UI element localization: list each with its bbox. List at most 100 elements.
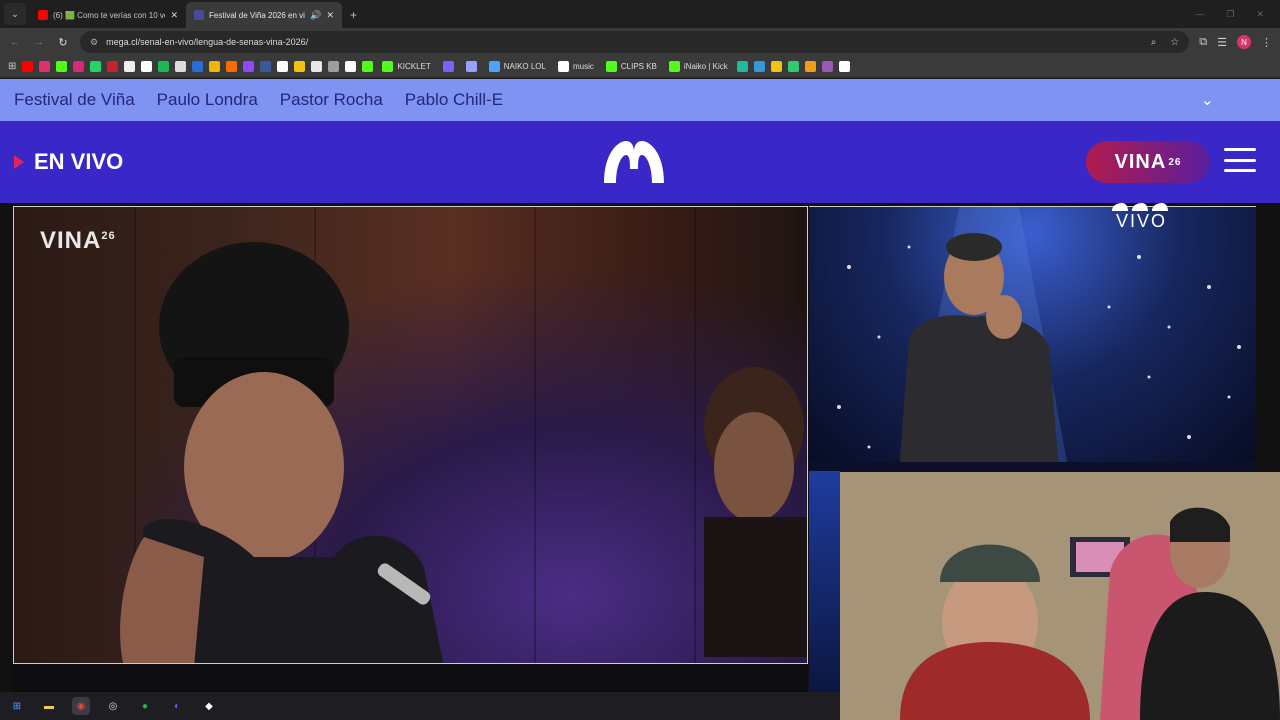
diamond-icon[interactable] (345, 61, 357, 72)
close-window-icon[interactable]: ✕ (1256, 9, 1264, 20)
kick-icon[interactable] (56, 61, 68, 72)
bookmark-pink-icon[interactable] (39, 61, 51, 72)
site-info-icon[interactable]: ⚙ (90, 37, 98, 48)
bookmark-yellow-icon[interactable] (294, 61, 306, 72)
play-icon (14, 155, 24, 169)
video-side-panel (809, 471, 840, 692)
windows-start-icon[interactable]: ⊞ (8, 697, 26, 715)
bookmark-link[interactable]: music (557, 61, 594, 72)
bookmark-link[interactable]: KICKLET (382, 61, 431, 72)
minimize-icon[interactable]: — (1195, 9, 1204, 20)
back-icon[interactable]: ← (8, 36, 22, 48)
sign-language-video[interactable] (809, 206, 1256, 471)
browser-tab-strip: ⌄ (6) 🟩 Como te verías con 10 ve ✕ Festi… (0, 0, 1280, 28)
cat-icon[interactable] (311, 61, 323, 72)
bookmark-favicon-icon (382, 61, 394, 72)
maximize-icon[interactable]: ❐ (1226, 9, 1234, 20)
nav-link-pastor-rocha[interactable]: Pastor Rocha (280, 90, 383, 110)
chatgpt-icon[interactable] (277, 61, 289, 72)
chevron-down-icon[interactable]: ⌄ (1201, 90, 1214, 110)
bookmark-teal-icon[interactable] (736, 61, 748, 72)
bookmark-search-icon[interactable] (260, 61, 272, 72)
bookmark-link[interactable]: CLIPS KB (605, 61, 657, 72)
hamburger-menu-icon[interactable] (1224, 148, 1256, 172)
x-icon[interactable] (124, 61, 136, 72)
forward-icon[interactable]: → (32, 36, 46, 48)
bookmark-orange-icon[interactable] (226, 61, 238, 72)
bookmark-star-icon[interactable]: ☆ (1170, 37, 1179, 48)
mega-logo[interactable] (600, 137, 668, 187)
bookmark-favicon-icon (605, 61, 617, 72)
twitch-icon[interactable] (243, 61, 255, 72)
brand-header: EN VIVO VINA 26 (0, 121, 1280, 203)
browser-toolbar: ← → ↻ ⚙ mega.cl/senal-en-vivo/lengua-de-… (0, 28, 1280, 56)
bookmark-gray-icon[interactable] (328, 61, 340, 72)
bookmark-link[interactable] (465, 61, 477, 72)
main-video-player[interactable]: VINA26 (13, 206, 808, 664)
speaker-icon[interactable]: 🔊 (310, 10, 321, 21)
drive-icon[interactable] (209, 61, 221, 72)
bookmark-blue-icon[interactable] (192, 61, 204, 72)
chrome-icon[interactable]: ◉ (72, 697, 90, 715)
streamer-webcam-overlay (840, 472, 1280, 720)
bookmark-link[interactable] (442, 61, 454, 72)
close-icon[interactable]: ✕ (326, 10, 334, 21)
live-indicator[interactable]: EN VIVO (14, 149, 123, 175)
bookmark-label: iNaiko | Kick (683, 62, 728, 71)
discord-icon[interactable]: ◐ (168, 697, 186, 715)
bookmark-favicon-icon (668, 61, 680, 72)
bookmark-link[interactable]: NAIKO LOL (488, 61, 546, 72)
tab-search-button[interactable]: ⌄ (4, 3, 26, 25)
bookmark-label: NAIKO LOL (503, 62, 546, 71)
bookmark-u-icon[interactable] (804, 61, 816, 72)
new-tab-button[interactable]: + (350, 8, 357, 22)
browser-tab[interactable]: (6) 🟩 Como te verías con 10 ve ✕ (30, 2, 186, 28)
reload-icon[interactable]: ↻ (56, 36, 70, 49)
bookmark-green-icon[interactable] (787, 61, 799, 72)
obs-icon[interactable]: ◎ (104, 697, 122, 715)
nav-link-pablo-chill-e[interactable]: Pablo Chill-E (405, 90, 503, 110)
youtube-icon[interactable] (22, 61, 34, 72)
omnibox-actions: ⌕ ☆ (1151, 37, 1180, 48)
nav-link-festival[interactable]: Festival de Viña (14, 90, 135, 110)
whatsapp-icon[interactable] (90, 61, 102, 72)
reading-list-icon[interactable]: ☰ (1217, 36, 1227, 49)
instagram-icon[interactable] (73, 61, 85, 72)
bookmark-white-icon[interactable] (838, 61, 850, 72)
zoom-icon[interactable]: ⌕ (1151, 37, 1157, 48)
bookmark-swirl-icon[interactable] (821, 61, 833, 72)
vina-2026-badge[interactable]: VINA 26 (1086, 141, 1210, 183)
tab-title: Festival de Viña 2026 en vivo (209, 10, 306, 20)
kick-green-icon[interactable] (362, 61, 374, 72)
spotify-icon[interactable] (158, 61, 170, 72)
tiktok-icon[interactable] (141, 61, 153, 72)
bookmark-label: KICKLET (397, 62, 431, 71)
extensions-icon[interactable]: ⧉ (1199, 36, 1207, 49)
bookmark-yellow2-icon[interactable] (770, 61, 782, 72)
apps-grid-icon[interactable]: ⊞ (8, 61, 16, 72)
bookmark-link[interactable]: iNaiko | Kick (668, 61, 728, 72)
url-text: mega.cl/senal-en-vivo/lengua-de-senas-vi… (106, 37, 309, 47)
watermark-text: VINA (40, 227, 102, 254)
file-explorer-icon[interactable]: ▬ (40, 697, 58, 715)
capcut-icon[interactable]: ◆ (200, 697, 218, 715)
mega-vivo-logo-icon (1112, 203, 1168, 211)
close-icon[interactable]: ✕ (170, 10, 178, 21)
spotify-icon[interactable]: ● (136, 697, 154, 715)
video-footer (13, 665, 808, 692)
vivo-label: VIVO (1116, 211, 1168, 231)
nav-link-paulo-londra[interactable]: Paulo Londra (157, 90, 258, 110)
profile-avatar[interactable]: N (1237, 35, 1251, 49)
pinterest-icon[interactable] (107, 61, 119, 72)
bookmark-label: music (572, 62, 594, 71)
address-bar[interactable]: ⚙ mega.cl/senal-en-vivo/lengua-de-senas-… (80, 31, 1190, 53)
site-top-nav: Festival de Viña Paulo Londra Pastor Roc… (0, 79, 1280, 121)
bookmark-grid-icon[interactable] (753, 61, 765, 72)
more-menu-icon[interactable]: ⋮ (1261, 36, 1272, 49)
steam-icon[interactable] (175, 61, 187, 72)
windows-taskbar: ⊞ ▬ ◉ ◎ ● ◐ ◆ (0, 692, 840, 720)
browser-tab-active[interactable]: Festival de Viña 2026 en vivo 🔊 ✕ (186, 2, 342, 28)
tab-title: (6) 🟩 Como te verías con 10 ve (53, 10, 166, 20)
bookmark-favicon-icon (557, 61, 569, 72)
badge-year: 26 (1168, 156, 1182, 168)
